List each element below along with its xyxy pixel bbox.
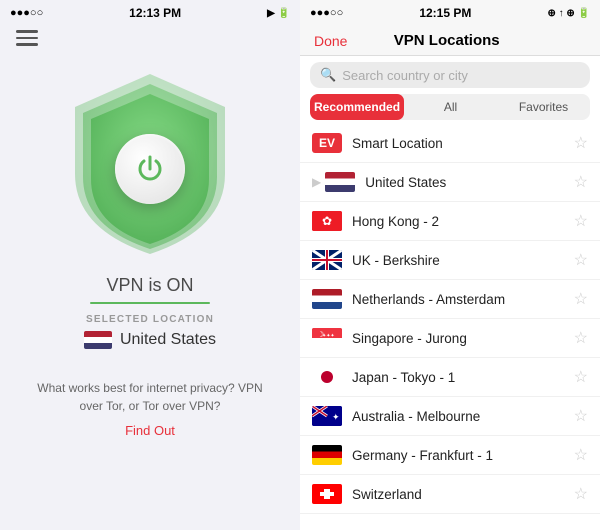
- left-time: 12:13 PM: [129, 6, 181, 20]
- selected-location-value: United States: [84, 331, 216, 349]
- favorite-star-icon[interactable]: ☆: [574, 289, 588, 309]
- list-item[interactable]: Japan - Tokyo - 1 ☆: [300, 358, 600, 397]
- power-button[interactable]: [115, 134, 185, 204]
- list-item[interactable]: EV Smart Location ☆: [300, 124, 600, 163]
- search-bar[interactable]: 🔍 Search country or city: [310, 62, 590, 88]
- list-item[interactable]: Germany - Frankfurt - 1 ☆: [300, 436, 600, 475]
- svg-text:✦: ✦: [332, 412, 340, 422]
- location-name: Switzerland: [352, 487, 574, 502]
- list-item[interactable]: ☽ ✦✦✦ Singapore - Jurong ☆: [300, 319, 600, 358]
- flag-icon: ☽ ✦✦✦: [312, 328, 342, 348]
- right-signal-dots: ●●●○○: [310, 7, 343, 19]
- list-item[interactable]: ✿ Hong Kong - 2 ☆: [300, 202, 600, 241]
- favorite-star-icon[interactable]: ☆: [574, 250, 588, 270]
- search-icon: 🔍: [320, 67, 336, 83]
- location-name: Australia - Melbourne: [352, 409, 574, 424]
- right-status-icons: ⊕ ↑ ⊕ 🔋: [547, 8, 590, 19]
- hamburger-menu-icon[interactable]: [16, 30, 38, 46]
- search-input[interactable]: Search country or city: [342, 68, 468, 83]
- favorite-star-icon[interactable]: ☆: [574, 211, 588, 231]
- svg-text:✦✦✦: ✦✦✦: [322, 333, 335, 339]
- location-name: Netherlands - Amsterdam: [352, 292, 574, 307]
- location-name: Germany - Frankfurt - 1: [352, 448, 574, 463]
- flag-icon: [312, 484, 342, 504]
- right-header: Done VPN Locations: [300, 24, 600, 56]
- left-panel: ●●●○○ 12:13 PM ▶ 🔋 VPN is ON SELE: [0, 0, 300, 530]
- location-name: UK - Berkshire: [352, 253, 574, 268]
- list-item[interactable]: Netherlands - Amsterdam ☆: [300, 280, 600, 319]
- selected-location-label: SELECTED LOCATION: [86, 314, 214, 325]
- shield-container: [65, 69, 235, 259]
- tab-recommended[interactable]: Recommended: [310, 94, 404, 120]
- right-status-bar: ●●●○○ 12:15 PM ⊕ ↑ ⊕ 🔋: [300, 0, 600, 24]
- flag-icon: [312, 445, 342, 465]
- done-button[interactable]: Done: [314, 33, 347, 49]
- favorite-star-icon[interactable]: ☆: [574, 367, 588, 387]
- locations-list: EV Smart Location ☆ ▶ United States ☆ ✿ …: [300, 124, 600, 530]
- page-title: VPN Locations: [394, 32, 500, 49]
- chevron-right-icon: ▶: [312, 175, 321, 189]
- power-icon: [134, 153, 166, 185]
- find-out-link[interactable]: Find Out: [125, 423, 175, 438]
- list-item[interactable]: ✦ Australia - Melbourne ☆: [300, 397, 600, 436]
- flag-icon: ✿: [312, 211, 342, 231]
- favorite-star-icon[interactable]: ☆: [574, 484, 588, 504]
- favorite-star-icon[interactable]: ☆: [574, 328, 588, 348]
- tab-all[interactable]: All: [404, 94, 497, 120]
- favorite-star-icon[interactable]: ☆: [574, 172, 588, 192]
- right-panel: ●●●○○ 12:15 PM ⊕ ↑ ⊕ 🔋 Done VPN Location…: [300, 0, 600, 530]
- list-item[interactable]: Switzerland ☆: [300, 475, 600, 514]
- flag-icon: [312, 289, 342, 309]
- list-item[interactable]: UK - Berkshire ☆: [300, 241, 600, 280]
- ev-logo: EV: [319, 136, 335, 150]
- us-flag-icon: [84, 331, 112, 349]
- left-status-bar: ●●●○○ 12:13 PM ▶ 🔋: [0, 0, 300, 24]
- vpn-info-text: What works best for internet privacy? VP…: [0, 379, 300, 415]
- vpn-status-line: [90, 302, 210, 304]
- vpn-status-text: VPN is ON: [106, 275, 193, 296]
- favorite-star-icon[interactable]: ☆: [574, 133, 588, 153]
- location-name: Singapore - Jurong: [352, 331, 574, 346]
- flag-icon: [325, 172, 355, 192]
- left-status-icons: ▶ 🔋: [267, 8, 290, 19]
- list-item[interactable]: ▶ United States ☆: [300, 163, 600, 202]
- smart-location-icon: EV: [312, 133, 342, 153]
- tab-favorites[interactable]: Favorites: [497, 94, 590, 120]
- favorite-star-icon[interactable]: ☆: [574, 445, 588, 465]
- flag-icon: [312, 250, 342, 270]
- left-signal-dots: ●●●○○: [10, 7, 43, 19]
- location-name: Hong Kong - 2: [352, 214, 574, 229]
- svg-text:✿: ✿: [322, 214, 332, 228]
- location-name: United States: [365, 175, 573, 190]
- location-name: Japan - Tokyo - 1: [352, 370, 574, 385]
- right-time: 12:15 PM: [419, 6, 471, 20]
- flag-icon: ✦: [312, 406, 342, 426]
- favorite-star-icon[interactable]: ☆: [574, 406, 588, 426]
- selected-location-name: United States: [120, 331, 216, 349]
- tabs-bar: Recommended All Favorites: [310, 94, 590, 120]
- location-name: Smart Location: [352, 136, 574, 151]
- flag-icon: [312, 367, 342, 387]
